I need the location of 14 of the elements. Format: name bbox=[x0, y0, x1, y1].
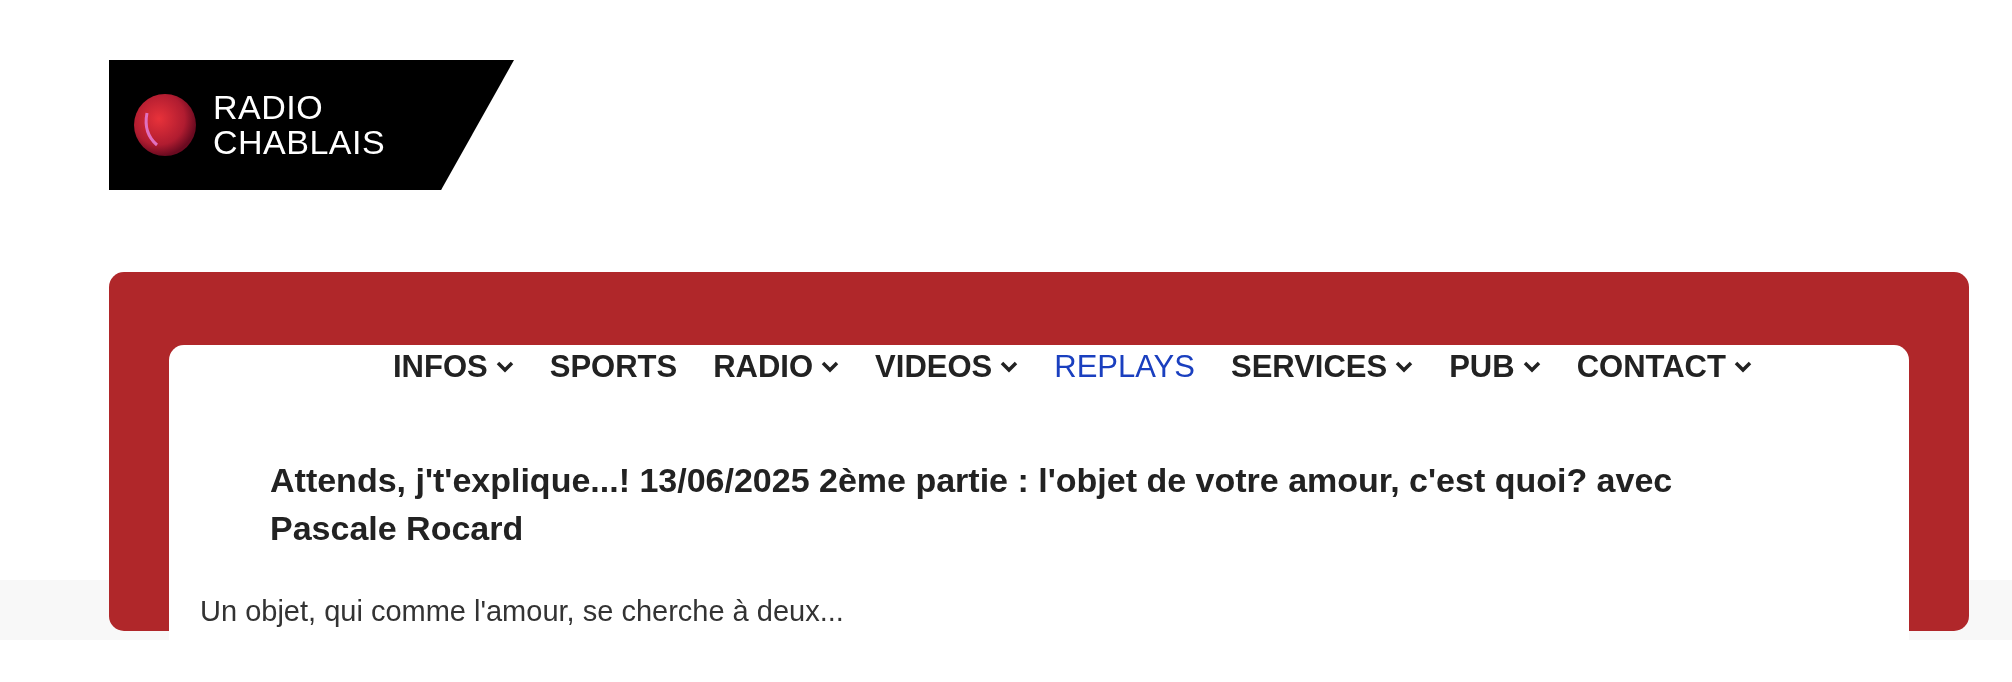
logo-text: RADIO bbox=[213, 90, 325, 125]
nav-link[interactable]: SERVICES bbox=[1230, 348, 1414, 386]
logo[interactable]: RADIO CHABLAIS bbox=[109, 60, 514, 190]
article-summary: Un objet, qui comme l'amour, se cherche à deux... bbox=[200, 594, 845, 629]
nav-link[interactable]: VIDEOS bbox=[875, 348, 1019, 386]
nav-link[interactable]: CONTACT bbox=[1576, 348, 1752, 386]
globe-icon bbox=[133, 93, 197, 157]
nav-link[interactable]: RADIO bbox=[713, 348, 840, 386]
article-title: Attends, j't'explique...! 13/06/2025 2ème partie : l'objet de votre amour, c'est quoi? avec Pascale Rocard bbox=[270, 460, 1674, 549]
nav-link[interactable]: INFOS bbox=[393, 348, 514, 386]
nav-link[interactable]: PUB bbox=[1449, 348, 1541, 386]
nav-link[interactable]: REPLAYS bbox=[1054, 348, 1195, 386]
nav-link[interactable]: SPORTS bbox=[549, 348, 678, 386]
logo-text: CHABLAIS bbox=[213, 125, 386, 160]
